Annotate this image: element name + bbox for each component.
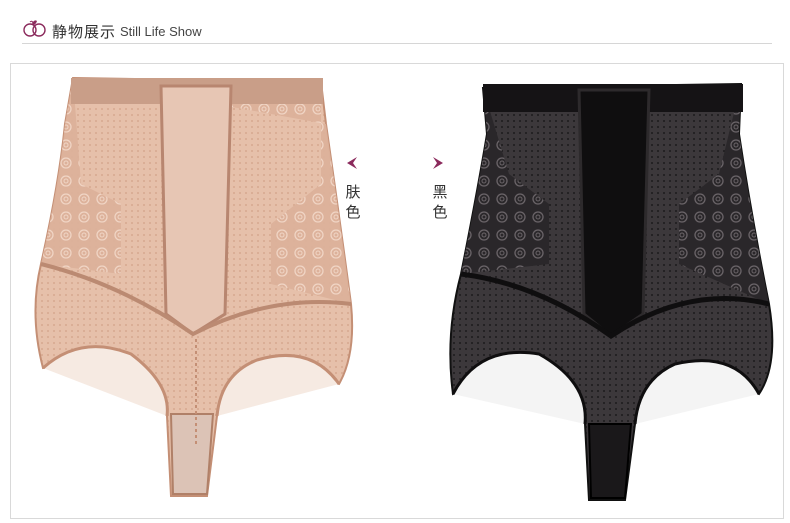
arrow-left-icon [347, 157, 357, 169]
section-title-english: Still Life Show [120, 24, 202, 39]
product-photo-frame: 肤 色 黑 色 [10, 63, 784, 519]
header-divider [22, 43, 772, 44]
skin-color-product-image [34, 76, 354, 497]
black-color-product-image [449, 82, 774, 501]
skin-label-char-2: 色 [345, 203, 361, 221]
rose-logo-icon [23, 20, 46, 37]
skin-color-label: 肤 色 [341, 182, 365, 222]
page-header: 静物展示 Still Life Show [0, 0, 790, 44]
skin-label-char-1: 肤 [345, 183, 361, 201]
section-title-chinese: 静物展示 [52, 23, 117, 41]
